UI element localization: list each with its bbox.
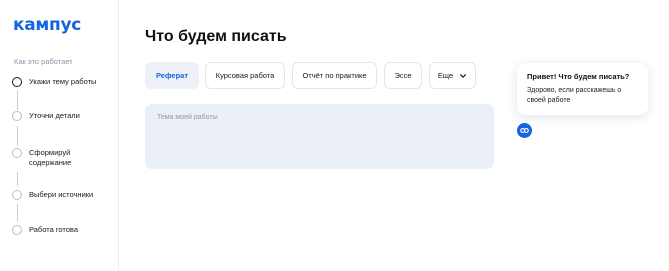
tab-label: Реферат (155, 71, 189, 80)
step-connector (17, 90, 18, 110)
step-item-contents: Сформируй содержание (12, 148, 109, 167)
step-label: Работа готова (29, 225, 79, 234)
step-item-topic: Укажи тему работы (12, 77, 109, 87)
step-item-details: Уточни детали (12, 111, 109, 121)
tab-label: Эссе (394, 71, 412, 80)
bot-avatar-icon[interactable] (517, 123, 532, 138)
sidebar: кампус Как это работает Укажи тему работ… (0, 0, 119, 271)
topic-input-placeholder: Тема моей работы (157, 114, 218, 121)
step-label: Уточни детали (29, 111, 80, 120)
tab-essay[interactable]: Эссе (384, 62, 422, 89)
tab-practice-report[interactable]: Отчёт по практике (292, 62, 377, 89)
tab-referat[interactable]: Реферат (145, 62, 199, 89)
assistant-bubble-text: Здорово, если расскажешь о своей работе (527, 87, 622, 104)
tab-label: Еще (437, 71, 454, 80)
tab-label: Курсовая работа (215, 71, 275, 80)
topic-input[interactable]: Тема моей работы (145, 104, 494, 169)
more-dropdown[interactable]: Еще (429, 62, 476, 89)
assistant-bubble: Привет! Что будем писать? Здорово, если … (517, 63, 648, 115)
step-label: Сформируй содержание (29, 148, 72, 167)
assistant-bubble-title: Привет! Что будем писать? (527, 72, 630, 81)
tab-label: Отчёт по практике (302, 71, 367, 80)
chevron-down-icon (460, 73, 467, 78)
step-item-done: Работа готова (12, 225, 109, 235)
step-connector (17, 126, 18, 146)
step-circle-icon (12, 190, 22, 200)
step-item-sources: Выбери источники (12, 190, 109, 200)
step-active-circle-icon (12, 77, 22, 87)
step-circle-icon (12, 111, 22, 121)
step-connector (17, 172, 18, 186)
logo[interactable]: кампус (13, 15, 81, 35)
step-circle-icon (12, 225, 22, 235)
step-circle-icon (12, 148, 22, 158)
tab-coursework[interactable]: Курсовая работа (205, 62, 285, 89)
step-label: Выбери источники (29, 190, 94, 199)
step-label: Укажи тему работы (29, 77, 97, 86)
step-connector (17, 204, 18, 222)
page-title: Что будем писать (145, 28, 287, 45)
bot-face-icon (520, 127, 529, 134)
how-it-works-label: Как это работает (14, 57, 73, 66)
